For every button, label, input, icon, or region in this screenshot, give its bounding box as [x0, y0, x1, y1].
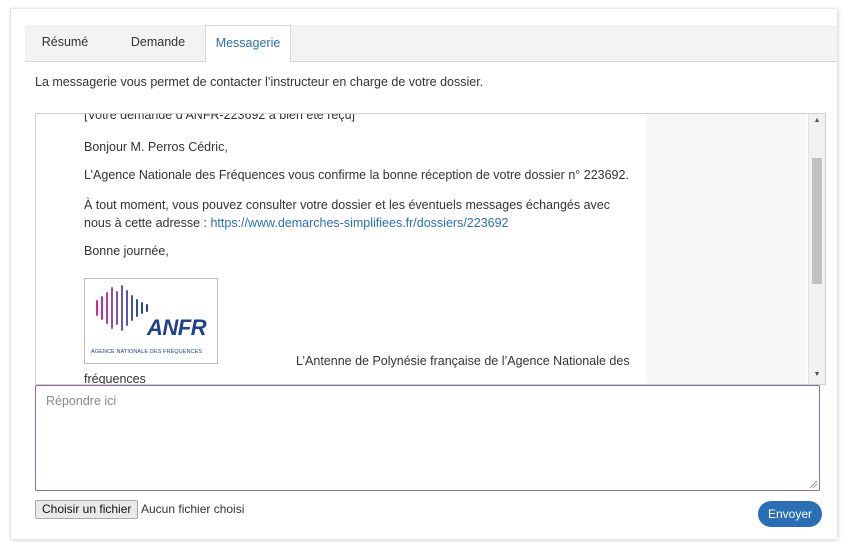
- signature-line-continued: fréquences: [84, 372, 146, 384]
- scroll-down-arrow-icon[interactable]: ▼: [809, 368, 825, 382]
- messaging-intro: La messagerie vous permet de contacter l…: [35, 75, 484, 89]
- tab-demande[interactable]: Demande: [117, 25, 199, 61]
- signature-line: L’Antenne de Polynésie française de l’Ag…: [296, 354, 630, 368]
- send-button[interactable]: Envoyer: [758, 501, 822, 527]
- message-thread[interactable]: [Votre demande d’ANFR-223692 a bien été …: [35, 113, 826, 385]
- scroll-up-arrow-icon[interactable]: ▲: [809, 114, 825, 128]
- message-subject: [Votre demande d’ANFR-223692 a bien été …: [84, 114, 356, 122]
- message-gutter: [646, 114, 806, 384]
- tab-messagerie[interactable]: Messagerie: [205, 25, 291, 63]
- message-address-line: nous à cette adresse : https://www.demar…: [84, 214, 509, 232]
- message-closing: Bonne journée,: [84, 244, 169, 258]
- dossier-link[interactable]: https://www.demarches-simplifiees.fr/dos…: [210, 216, 508, 230]
- message-confirmation: L’Agence Nationale des Fréquences vous c…: [84, 168, 629, 182]
- file-status: Aucun fichier choisi: [141, 502, 245, 516]
- messaging-panel: Résumé Demande Messagerie La messagerie …: [10, 8, 837, 539]
- message-scrollbar[interactable]: ▲ ▼: [808, 114, 825, 384]
- message-content: [Votre demande d’ANFR-223692 a bien été …: [36, 114, 646, 384]
- reply-textarea[interactable]: [35, 385, 820, 491]
- anfr-logo-text: ANFR: [147, 315, 207, 340]
- choose-file-button[interactable]: Choisir un fichier: [35, 500, 139, 519]
- anfr-logo-subtext: AGENCE NATIONALE DES FRÉQUENCES: [91, 349, 203, 355]
- message-consult-line: À tout moment, vous pouvez consulter vot…: [84, 198, 610, 212]
- message-address-prefix: nous à cette adresse :: [84, 216, 211, 230]
- resize-grip-icon[interactable]: [808, 479, 818, 489]
- anfr-logo: ANFR AGENCE NATIONALE DES FRÉQUENCES: [84, 278, 218, 364]
- tab-bar: Résumé Demande Messagerie: [25, 25, 837, 63]
- tab-resume[interactable]: Résumé: [31, 25, 99, 61]
- scroll-thumb[interactable]: [812, 158, 822, 284]
- message-greeting: Bonjour M. Perros Cédric,: [84, 140, 228, 154]
